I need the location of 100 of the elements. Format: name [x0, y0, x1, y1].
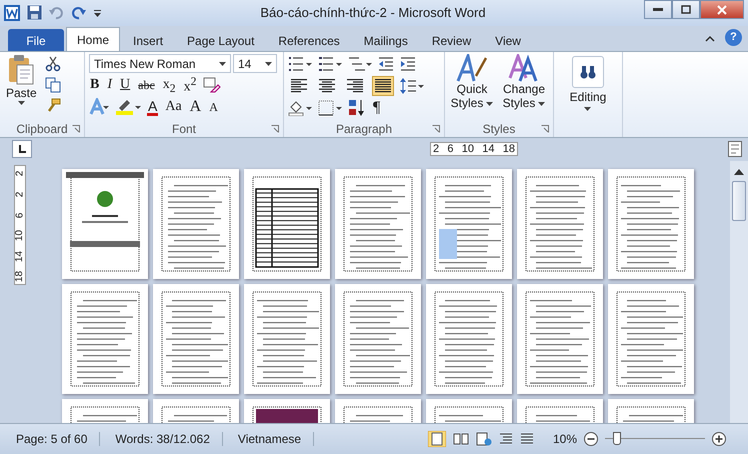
shading-icon[interactable] — [288, 100, 312, 116]
increase-indent-icon[interactable] — [400, 56, 416, 72]
change-case-button[interactable]: Aa — [164, 99, 183, 116]
print-layout-icon[interactable] — [428, 431, 446, 448]
clear-formatting-icon[interactable] — [203, 76, 222, 94]
caret-icon — [584, 107, 592, 112]
page-thumbnail[interactable] — [244, 169, 330, 280]
ribbon-tab[interactable]: Review — [420, 29, 482, 52]
group-label: Paragraph — [336, 122, 392, 136]
caret-icon — [538, 102, 546, 106]
redo-icon[interactable] — [71, 5, 86, 20]
page-thumbnail[interactable] — [517, 169, 603, 280]
zoom-out-icon[interactable] — [584, 432, 598, 446]
page-thumbnail[interactable] — [426, 284, 512, 394]
minimize-button[interactable] — [644, 0, 672, 19]
close-button[interactable] — [700, 0, 744, 19]
tab-selector-button[interactable] — [12, 140, 32, 158]
dialog-launcher-icon[interactable] — [541, 124, 549, 133]
help-button[interactable]: ? — [725, 28, 742, 46]
group-label: Font — [172, 122, 196, 136]
clipboard-icon — [7, 54, 36, 86]
page-thumbnail[interactable] — [335, 284, 421, 394]
editing-button[interactable]: Editing — [568, 56, 608, 112]
font-size-field[interactable]: 14 — [233, 54, 277, 74]
page-thumbnail[interactable] — [426, 169, 512, 280]
shrink-font-button[interactable]: A — [208, 100, 219, 115]
text-effects-icon[interactable] — [89, 98, 109, 116]
minimize-ribbon-icon[interactable] — [705, 35, 715, 42]
page-thumbnail[interactable] — [608, 169, 694, 280]
status-item[interactable]: Words: 38/12.062 — [107, 432, 223, 446]
scroll-up-icon[interactable] — [734, 169, 744, 176]
left-tab-icon — [17, 144, 27, 154]
quick-styles-button[interactable]: Quick Styles — [449, 54, 495, 121]
decrease-indent-icon[interactable] — [378, 56, 394, 72]
change-styles-button[interactable]: Change Styles — [501, 54, 547, 121]
maximize-button[interactable] — [672, 0, 700, 19]
ribbon-tab[interactable]: Insert — [122, 29, 174, 52]
multilevel-list-icon[interactable] — [348, 56, 372, 72]
numbering-icon[interactable] — [318, 56, 342, 72]
format-button[interactable]: I — [106, 77, 114, 94]
ribbon-tab[interactable]: Mailings — [352, 29, 419, 52]
vertical-ruler: 2 2 6 10 14 18 — [14, 165, 26, 286]
close-icon — [717, 4, 727, 14]
draft-icon[interactable] — [520, 432, 534, 446]
ribbon-tab[interactable]: References — [267, 29, 351, 52]
full-screen-reading-icon[interactable] — [452, 432, 469, 446]
file-tab[interactable]: File — [8, 29, 64, 52]
bullets-icon[interactable] — [288, 56, 312, 72]
line-spacing-icon[interactable] — [400, 78, 424, 94]
horizontal-ruler: 2 6 10 14 18 — [430, 142, 518, 156]
maximize-icon — [681, 5, 691, 14]
format-button[interactable]: abc — [137, 78, 156, 93]
caret-icon — [18, 101, 25, 106]
outline-icon[interactable] — [498, 432, 513, 446]
page-thumbnail[interactable] — [153, 284, 239, 394]
caret-icon[interactable] — [265, 62, 272, 66]
group-label: Clipboard — [16, 122, 68, 136]
show-formatting-button[interactable]: ¶ — [372, 99, 382, 118]
ribbon-tab[interactable]: Home — [66, 27, 120, 52]
dialog-launcher-icon[interactable] — [271, 124, 279, 133]
alignment-button[interactable] — [372, 76, 394, 96]
status-item[interactable]: Vietnamese — [230, 432, 314, 446]
dialog-launcher-icon[interactable] — [432, 124, 440, 133]
zoom-in-icon[interactable] — [712, 432, 726, 446]
format-button[interactable]: U — [119, 77, 132, 94]
word-logo-icon — [4, 4, 20, 21]
scrollbar-thumb[interactable] — [732, 181, 746, 222]
format-button[interactable]: x$_{2}$ — [162, 76, 177, 94]
status-item[interactable]: Page: 5 of 60 — [8, 432, 100, 446]
caret-icon — [486, 102, 494, 106]
copy-icon[interactable] — [44, 77, 61, 94]
view-ruler-icon[interactable] — [728, 141, 742, 158]
caret-icon[interactable] — [219, 62, 226, 66]
format-button[interactable]: x$^{2}$ — [182, 75, 198, 96]
binoculars-icon — [580, 65, 596, 80]
window-title: Báo-cáo-chính-thức-2 - Microsoft Word — [260, 5, 486, 20]
page-thumbnail[interactable] — [517, 284, 603, 394]
page-thumbnail[interactable] — [62, 169, 148, 280]
paste-button[interactable]: Paste — [4, 54, 39, 121]
cut-icon[interactable] — [44, 56, 61, 72]
highlight-icon[interactable] — [115, 98, 141, 116]
zoom-level[interactable]: 10% — [552, 432, 577, 446]
ribbon-tab[interactable]: View — [484, 29, 532, 52]
font-name-field[interactable]: Times New Roman — [89, 54, 231, 74]
borders-icon[interactable] — [318, 100, 342, 116]
sort-icon[interactable] — [348, 99, 366, 118]
change-styles-icon — [508, 54, 540, 82]
grow-font-button[interactable]: A — [188, 98, 202, 116]
page-thumbnail[interactable] — [62, 284, 148, 394]
ribbon-tab[interactable]: Page Layout — [176, 29, 266, 52]
format-button[interactable]: B — [89, 77, 100, 94]
page-thumbnail[interactable] — [608, 284, 694, 394]
save-icon[interactable] — [27, 5, 42, 20]
web-layout-icon[interactable] — [476, 432, 492, 446]
minimize-icon — [653, 8, 663, 12]
page-thumbnail[interactable] — [335, 169, 421, 280]
page-thumbnail[interactable] — [244, 284, 330, 394]
dialog-launcher-icon[interactable] — [72, 124, 80, 133]
font-color-button[interactable]: A — [147, 98, 158, 116]
page-thumbnail[interactable] — [153, 169, 239, 280]
